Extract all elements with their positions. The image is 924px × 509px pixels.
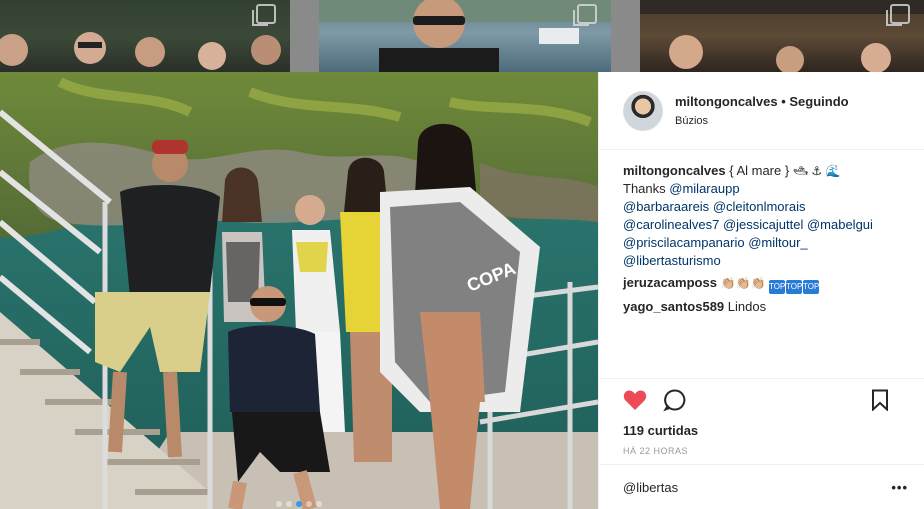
mention-link[interactable]: @priscilacampanario <box>623 235 745 250</box>
post-timestamp: HÁ 22 HORAS <box>623 446 689 456</box>
multiple-photos-icon <box>886 4 910 26</box>
bookmark-icon[interactable] <box>868 388 892 412</box>
thumbnail-1-image <box>0 32 281 70</box>
grid-thumbnail-2[interactable] <box>319 0 611 72</box>
top-emoji-badge: TOP <box>786 280 802 294</box>
thumbnail-3-image <box>640 0 924 72</box>
carousel-dot <box>306 501 312 507</box>
post-sidebar: miltongoncalves • Seguindo Búzios milton… <box>598 72 924 509</box>
grid-thumbnail-1[interactable] <box>0 0 290 72</box>
location-link[interactable]: Búzios <box>675 115 849 127</box>
avatar[interactable] <box>623 90 663 131</box>
mention-link[interactable]: @carolinealves7 <box>623 217 719 232</box>
post-modal: COPA miltongoncalves • Seguindo Búzios m… <box>0 72 924 509</box>
mention-link[interactable]: @cleitonlmorais <box>713 199 806 214</box>
comment-input-value: @libertas <box>623 479 679 495</box>
clapping-emoji: 👏🏼👏🏼👏🏼 <box>720 276 766 290</box>
thumbnail-2-image <box>319 0 611 72</box>
comment-username[interactable]: yago_santos589 <box>623 299 724 314</box>
comment-item: jeruzacamposs 👏🏼👏🏼👏🏼 TOPTOPTOP <box>623 274 908 294</box>
post-photo[interactable]: COPA <box>0 72 598 509</box>
top-emoji-badge: TOP <box>803 280 819 294</box>
carousel-dot-active <box>296 501 302 507</box>
post-header: miltongoncalves • Seguindo Búzios <box>599 72 924 150</box>
caption-emoji: 🛥 ⚓ 🌊 <box>792 164 841 178</box>
header-text: miltongoncalves • Seguindo Búzios <box>675 94 849 127</box>
likes-count[interactable]: 119 curtidas <box>623 423 908 438</box>
multiple-photos-icon <box>252 4 276 26</box>
mention-link[interactable]: @mabelgui <box>807 217 873 232</box>
action-icons <box>623 379 908 421</box>
grid-gap <box>611 0 640 72</box>
caption-comment: miltongoncalves { Al mare } 🛥 ⚓ 🌊 Thanks… <box>623 162 908 270</box>
comment-item: yago_santos589 Lindos <box>623 298 908 316</box>
mention-link[interactable]: @barbaraareis <box>623 199 709 214</box>
comment-text: Lindos <box>727 299 767 314</box>
mention-link[interactable]: @miltour_ <box>748 235 807 250</box>
boat-group-photo: COPA <box>0 72 598 509</box>
username-link[interactable]: miltongoncalves <box>675 94 778 109</box>
comment-input[interactable]: @libertas ••• <box>599 464 924 509</box>
caption-text: Thanks <box>623 181 666 196</box>
multiple-photos-icon <box>573 4 597 26</box>
comment-username[interactable]: miltongoncalves <box>623 163 726 178</box>
comment-icon[interactable] <box>663 388 687 412</box>
carousel-dot <box>276 501 282 507</box>
grid-thumbnail-3[interactable] <box>640 0 924 72</box>
heart-icon[interactable] <box>623 388 647 412</box>
mention-link[interactable]: @libertasturismo <box>623 253 721 268</box>
top-emoji-badge: TOP <box>769 280 785 294</box>
carousel-dot <box>316 501 322 507</box>
mention-link[interactable]: @jessicajuttel <box>723 217 803 232</box>
comments-list: miltongoncalves { Al mare } 🛥 ⚓ 🌊 Thanks… <box>599 150 924 316</box>
grid-gap <box>290 0 319 72</box>
more-options-icon[interactable]: ••• <box>891 480 908 495</box>
post-actions: 119 curtidas HÁ 22 HORAS <box>599 378 924 456</box>
caption-title: { Al mare } <box>729 163 790 178</box>
following-button[interactable]: Seguindo <box>789 94 848 109</box>
carousel-indicator <box>0 501 598 507</box>
mention-link[interactable]: @milaraupp <box>669 181 739 196</box>
separator: • <box>781 94 786 109</box>
carousel-dot <box>286 501 292 507</box>
comment-username[interactable]: jeruzacamposs <box>623 275 717 290</box>
header-line: miltongoncalves • Seguindo <box>675 94 849 109</box>
